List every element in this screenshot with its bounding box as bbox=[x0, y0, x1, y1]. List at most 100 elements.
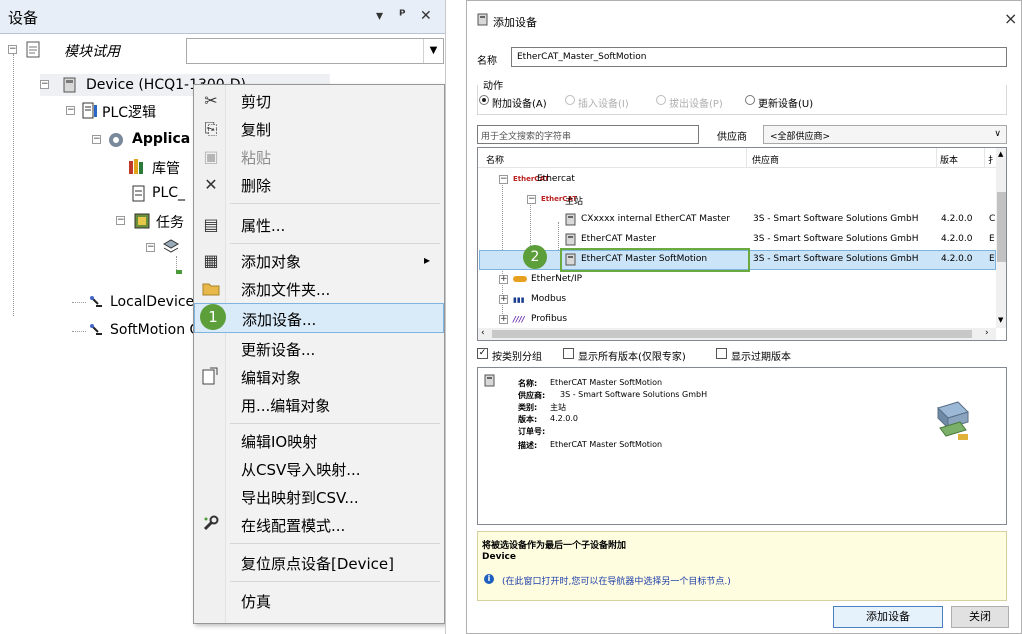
panel-menu-dropdown-icon[interactable]: ▾ bbox=[376, 8, 383, 24]
close-button[interactable]: 关闭 bbox=[951, 606, 1009, 628]
show-all-versions-checkbox[interactable] bbox=[563, 348, 574, 359]
table-row[interactable]: − EtherCAT 主站 bbox=[479, 190, 996, 210]
pin-icon[interactable]: ᴾ bbox=[399, 8, 405, 24]
radio-update-device[interactable] bbox=[745, 95, 755, 105]
menu-item-delete[interactable]: ✕ 删除 bbox=[194, 171, 444, 199]
add-object-icon: ▦ bbox=[203, 251, 219, 270]
table-row[interactable]: + //// Profibus bbox=[479, 310, 996, 330]
row-vendor: 3S - Smart Software Solutions GmbH bbox=[753, 214, 919, 224]
menu-separator bbox=[230, 581, 440, 582]
add-device-button[interactable]: 添加设备 bbox=[833, 606, 943, 628]
row-name: 主站 bbox=[565, 197, 584, 207]
scroll-left-icon[interactable]: ‹ bbox=[481, 328, 485, 338]
collapse-icon[interactable]: − bbox=[116, 216, 125, 225]
radio-insert-device[interactable] bbox=[565, 95, 575, 105]
radio-label: 插入设备(I) bbox=[578, 99, 629, 110]
gear-icon bbox=[109, 133, 123, 147]
menu-item-properties[interactable]: ▤ 属性... bbox=[194, 211, 444, 239]
menu-item-update-device[interactable]: 更新设备... bbox=[194, 335, 444, 363]
dialog-close-icon[interactable]: × bbox=[1004, 9, 1017, 28]
paste-icon: ▣ bbox=[203, 147, 219, 166]
info-value: 4.2.0.0 bbox=[550, 414, 578, 423]
hint-panel: 将被选设备作为最后一个子设备附加 Device i (在此窗口打开时,您可以在导… bbox=[477, 531, 1007, 601]
menu-label: 仿真 bbox=[241, 593, 272, 611]
collapse-icon[interactable]: − bbox=[66, 106, 75, 115]
context-menu: ✂ 剪切 ⎘ 复制 ▣ 粘贴 ✕ 删除 ▤ 属性... ▦ 添加对象 ▸ 添加文… bbox=[193, 84, 445, 624]
connector-icon bbox=[90, 296, 102, 307]
menu-item-edit-io-mapping[interactable]: 编辑IO映射 bbox=[194, 427, 444, 455]
devices-panel: 设备 ▾ ᴾ ✕ − 模块试用 ▼ − Device (HCQ1-1300-D)… bbox=[0, 0, 446, 634]
menu-separator bbox=[230, 543, 440, 544]
horizontal-scrollbar[interactable]: ‹ › bbox=[478, 328, 996, 340]
table-row[interactable]: EtherCAT Master 3S - Smart Software Solu… bbox=[479, 230, 996, 250]
menu-item-add-device[interactable]: 添加设备... bbox=[194, 303, 444, 333]
softmotion-label: SoftMotion G bbox=[110, 322, 201, 338]
plc-logic-icon bbox=[82, 102, 97, 119]
table-row[interactable]: + ▮▮▮ Modbus bbox=[479, 290, 996, 310]
dialog-title: 添加设备 bbox=[493, 16, 537, 29]
device-info-panel: 名称: EtherCAT Master SoftMotion 供应商: 3S -… bbox=[477, 367, 1007, 525]
menu-item-import-csv[interactable]: 从CSV导入映射... bbox=[194, 455, 444, 483]
menu-label: 编辑对象 bbox=[241, 369, 302, 387]
highlight-box bbox=[560, 248, 750, 272]
menu-item-edit-object[interactable]: 编辑对象 bbox=[194, 363, 444, 391]
scissors-icon: ✂ bbox=[204, 91, 218, 110]
plc-logic-label: PLC逻辑 bbox=[102, 105, 157, 121]
menu-item-edit-with[interactable]: 用...编辑对象 bbox=[194, 391, 444, 419]
menu-item-simulation[interactable]: 仿真 bbox=[194, 587, 444, 615]
ethernet-ip-icon bbox=[513, 276, 527, 282]
scroll-thumb[interactable] bbox=[492, 330, 972, 338]
menu-item-copy[interactable]: ⎘ 复制 bbox=[194, 115, 444, 143]
expand-icon[interactable]: + bbox=[499, 295, 508, 304]
group-by-category-checkbox[interactable]: ✓ bbox=[477, 348, 488, 359]
panel-close-icon[interactable]: ✕ bbox=[420, 8, 432, 24]
menu-label: 添加对象 bbox=[241, 253, 302, 271]
expand-icon[interactable]: + bbox=[499, 275, 508, 284]
scroll-down-icon[interactable]: ▼ bbox=[998, 316, 1003, 324]
column-header-vendor[interactable]: 供应商 bbox=[752, 153, 779, 166]
scroll-up-icon[interactable]: ▲ bbox=[998, 150, 1003, 158]
menu-label: 导出映射到CSV... bbox=[241, 489, 359, 507]
collapse-icon[interactable]: − bbox=[40, 80, 49, 89]
collapse-icon[interactable]: − bbox=[146, 243, 155, 252]
chevron-down-icon[interactable]: ▼ bbox=[423, 39, 443, 63]
expand-icon[interactable]: + bbox=[499, 315, 508, 324]
menu-label: 删除 bbox=[241, 177, 272, 195]
collapse-icon[interactable]: − bbox=[92, 135, 101, 144]
menu-label: 编辑IO映射 bbox=[241, 433, 318, 451]
collapse-icon[interactable]: − bbox=[499, 175, 508, 184]
radio-plug-device[interactable] bbox=[656, 95, 666, 105]
scroll-thumb[interactable] bbox=[997, 192, 1006, 262]
device-name-input[interactable]: EtherCAT_Master_SoftMotion bbox=[511, 47, 1007, 67]
menu-item-add-object[interactable]: ▦ 添加对象 ▸ bbox=[194, 247, 444, 275]
checkbox-label: 显示所有版本(仅限专家) bbox=[578, 352, 686, 363]
show-outdated-checkbox[interactable] bbox=[716, 348, 727, 359]
radio-append-device[interactable] bbox=[479, 95, 489, 105]
menu-item-paste[interactable]: ▣ 粘贴 bbox=[194, 143, 444, 171]
menu-item-cut[interactable]: ✂ 剪切 bbox=[194, 87, 444, 115]
vertical-scrollbar[interactable]: ▲ ▼ bbox=[996, 148, 1006, 328]
menu-item-reset-origin[interactable]: 复位原点设备[Device] bbox=[194, 549, 444, 577]
project-selector[interactable]: ▼ bbox=[186, 38, 444, 64]
vendor-value: <全部供应商> bbox=[770, 132, 831, 142]
column-header-name[interactable]: 名称 bbox=[486, 153, 504, 166]
collapse-icon[interactable]: − bbox=[527, 195, 536, 204]
table-row[interactable]: + EtherNet/IP bbox=[479, 270, 996, 290]
search-input[interactable]: 用于全文搜索的字符串 bbox=[477, 125, 699, 144]
collapse-icon[interactable]: − bbox=[8, 45, 17, 54]
menu-item-add-folder[interactable]: 添加文件夹... bbox=[194, 275, 444, 303]
menu-item-online-config[interactable]: 在线配置模式... bbox=[194, 511, 444, 539]
project-name: 模块试用 bbox=[64, 44, 120, 60]
table-row[interactable]: − EtherCAT Ethercat bbox=[479, 170, 996, 190]
scroll-right-icon[interactable]: › bbox=[985, 328, 989, 338]
row-order: C bbox=[989, 214, 996, 224]
table-header: 名称 供应商 版本 扌 bbox=[478, 148, 998, 168]
table-row[interactable]: CXxxxx internal EtherCAT Master 3S - Sma… bbox=[479, 210, 996, 230]
menu-separator bbox=[230, 243, 440, 244]
device-icon bbox=[477, 13, 488, 26]
task-config-icon bbox=[134, 213, 150, 229]
column-header-version[interactable]: 版本 bbox=[940, 153, 958, 166]
vendor-select[interactable]: <全部供应商> ∨ bbox=[763, 125, 1007, 144]
menu-item-export-csv[interactable]: 导出映射到CSV... bbox=[194, 483, 444, 511]
panel-title: 设备 bbox=[8, 9, 39, 27]
